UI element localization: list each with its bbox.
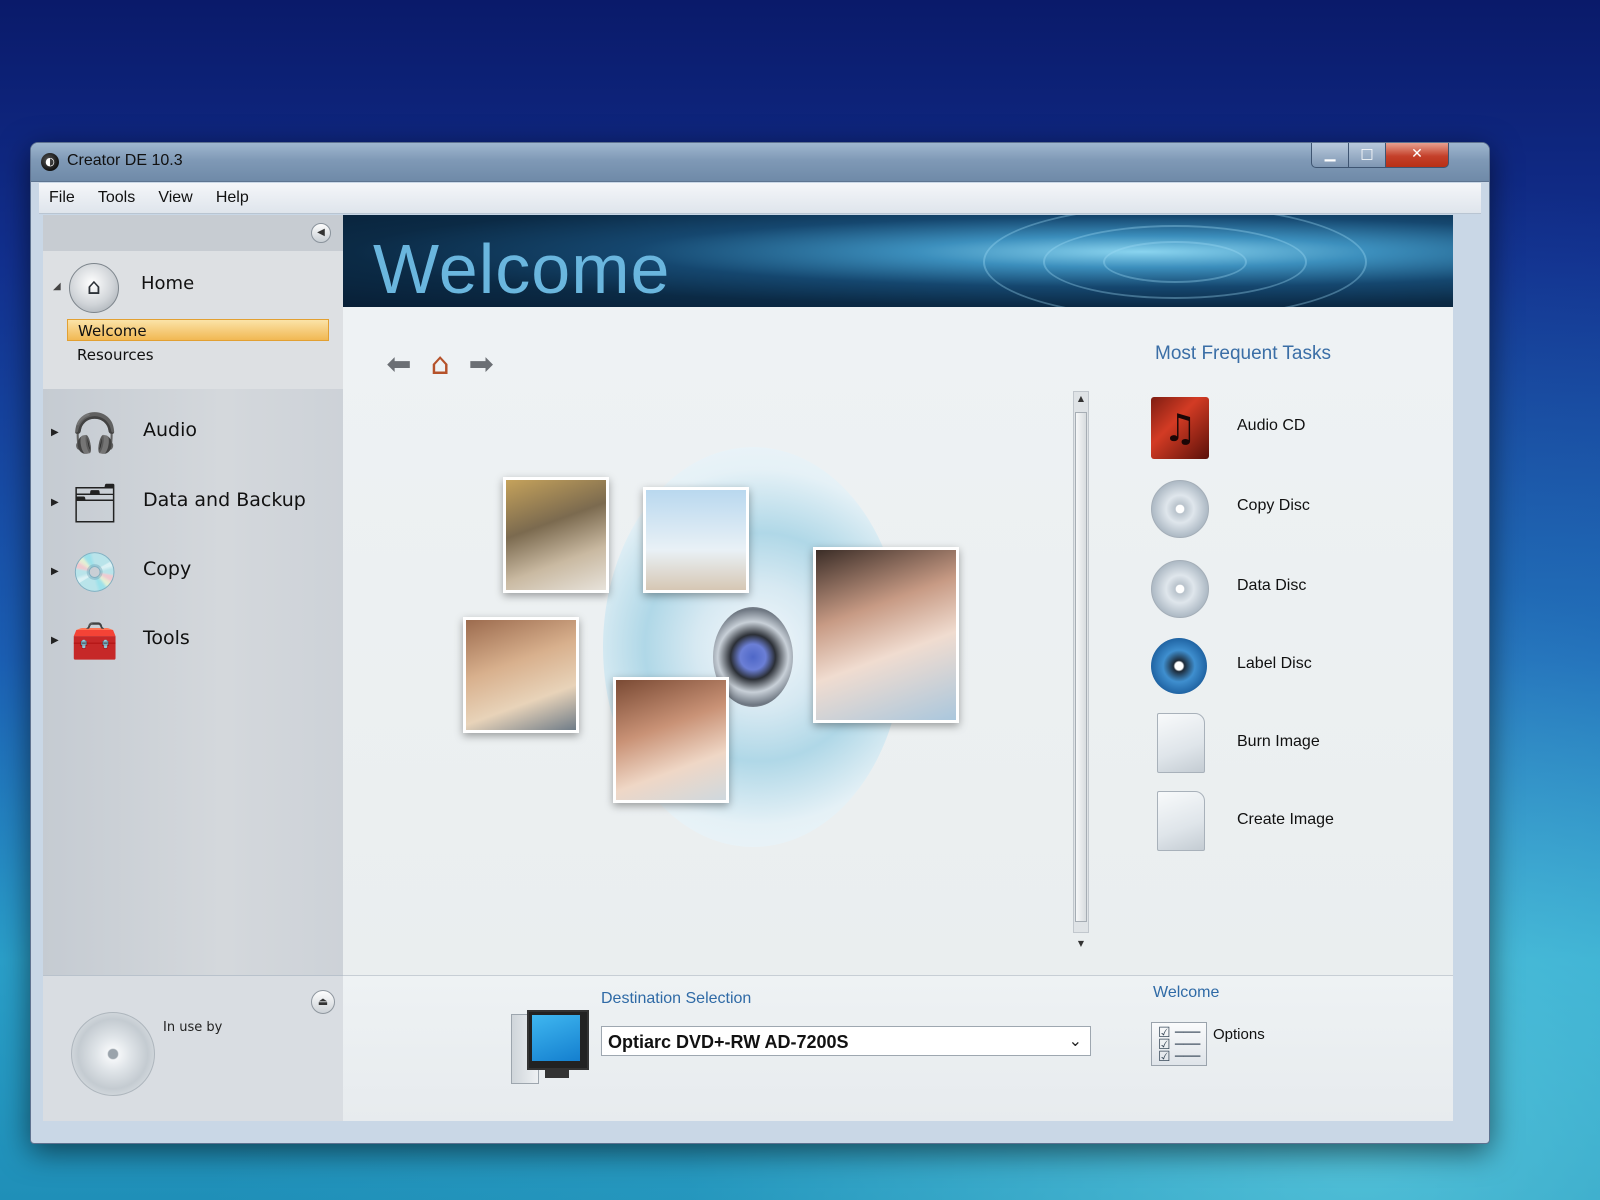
sidebar-item-tools[interactable]: ▶ 🧰 Tools — [43, 609, 343, 673]
sidebar-subitem-welcome[interactable]: Welcome — [67, 319, 329, 341]
welcome-collage-image — [463, 447, 983, 867]
sidebar-item-copy[interactable]: ▶ 💿 Copy — [43, 540, 343, 604]
welcome-banner: Welcome — [343, 215, 1453, 307]
options-link[interactable]: Options — [1213, 1026, 1265, 1043]
audio-cd-icon: ♫ — [1151, 397, 1209, 459]
monitor-stand — [545, 1070, 569, 1078]
task-create-image[interactable]: Create Image — [1151, 791, 1431, 855]
data-backup-icon: 🗂 — [70, 481, 120, 525]
expand-arrow-icon[interactable]: ▶ — [51, 566, 59, 577]
sidebar-item-data-and-backup[interactable]: ▶ 🗂 Data and Backup — [43, 471, 343, 535]
expand-arrow-icon[interactable]: ▶ — [51, 427, 59, 438]
options-icon[interactable]: ☑ ─── ☑ ─── ☑ ─── — [1151, 1022, 1207, 1066]
sidebar-item-home[interactable]: Home — [141, 273, 194, 294]
destination-dropdown[interactable]: Optiarc DVD+-RW AD-7200S ⌄ — [601, 1026, 1091, 1056]
destination-selected-value: Optiarc DVD+-RW AD-7200S — [608, 1032, 849, 1052]
home-icon[interactable]: ⌂ — [69, 263, 119, 313]
sidebar-item-label: Copy — [143, 558, 192, 580]
eject-icon[interactable]: ⏏ — [311, 990, 335, 1014]
task-label: Copy Disc — [1237, 497, 1310, 514]
forward-arrow-icon[interactable]: ➡ — [463, 347, 499, 383]
menu-help[interactable]: Help — [206, 183, 257, 207]
task-label: Data Disc — [1237, 577, 1307, 594]
in-use-label: In use by — [163, 1020, 223, 1035]
close-button[interactable]: ✕ — [1385, 143, 1449, 168]
data-disc-icon — [1151, 560, 1209, 618]
app-logo-icon: ◐ — [41, 153, 59, 171]
back-arrow-icon[interactable]: ⬅ — [381, 347, 417, 383]
sidebar-item-audio[interactable]: ▶ 🎧 Audio — [43, 401, 343, 465]
toolbox-icon: 🧰 — [71, 619, 119, 663]
collapse-sidebar-icon[interactable]: ◀ — [311, 223, 331, 243]
page-title: Welcome — [373, 230, 671, 307]
monitor-screen — [527, 1010, 589, 1070]
scrollbar[interactable]: ▲ ▼ — [1073, 391, 1089, 948]
sidebar-subitem-resources[interactable]: Resources — [67, 344, 329, 366]
create-image-icon — [1157, 791, 1205, 851]
main-content: ⬅ ⌂ ➡ ▲ ▼ Most Frequent Tasks ♫ Audio CD… — [343, 307, 1453, 975]
drive-status-panel: In use by ⏏ — [43, 975, 343, 1121]
sidebar-item-label: Tools — [143, 627, 190, 649]
scroll-down-icon[interactable]: ▼ — [1074, 939, 1088, 948]
most-frequent-tasks-title: Most Frequent Tasks — [1155, 343, 1332, 364]
task-data-disc[interactable]: Data Disc — [1151, 557, 1431, 621]
menu-bar: File Tools View Help — [39, 183, 1481, 214]
task-burn-image[interactable]: Burn Image — [1151, 713, 1431, 777]
home-nav-icon[interactable]: ⌂ — [422, 347, 458, 383]
destination-selection-title: Destination Selection — [601, 990, 752, 1007]
photo-tv-family — [463, 617, 579, 733]
task-label-disc[interactable]: Label Disc — [1151, 635, 1431, 699]
expand-arrow-icon[interactable]: ▶ — [51, 497, 59, 508]
sidebar-header: ◀ — [43, 215, 343, 251]
photo-headphones-woman — [613, 677, 729, 803]
burn-image-icon — [1157, 713, 1205, 773]
menu-view[interactable]: View — [148, 183, 200, 207]
task-label: Burn Image — [1237, 733, 1320, 750]
sidebar-home-section: ◢ ⌂ Home Welcome Resources — [43, 251, 343, 389]
photo-couple — [813, 547, 959, 723]
title-bar[interactable]: ◐ Creator DE 10.3 ▁ □ ✕ — [31, 143, 1489, 182]
copy-discs-icon: 💿 — [71, 550, 119, 594]
disc-icon — [71, 1012, 155, 1096]
minimize-button[interactable]: ▁ — [1311, 143, 1349, 168]
expand-arrow-icon[interactable]: ▶ — [51, 635, 59, 646]
task-label: Label Disc — [1237, 655, 1312, 672]
navigation-arrows: ⬅ ⌂ ➡ — [381, 347, 499, 387]
task-label: Create Image — [1237, 811, 1334, 828]
label-disc-icon — [1151, 638, 1207, 694]
task-copy-disc[interactable]: Copy Disc — [1151, 477, 1431, 541]
computer-monitor-icon — [511, 1010, 589, 1084]
task-audio-cd[interactable]: ♫ Audio CD — [1151, 397, 1431, 461]
welcome-section-title: Welcome — [1153, 984, 1220, 1001]
sidebar-item-label: Audio — [143, 419, 198, 441]
sidebar-item-label: Data and Backup — [143, 489, 306, 511]
photo-beach-plane — [643, 487, 749, 593]
sidebar: ◀ ◢ ⌂ Home Welcome Resources ▶ 🎧 Audio ▶… — [43, 215, 343, 975]
bottom-panel: Destination Selection Optiarc DVD+-RW AD… — [343, 975, 1453, 1121]
headphones-icon: 🎧 — [71, 411, 119, 455]
photo-phone — [503, 477, 609, 593]
scroll-up-icon[interactable]: ▲ — [1074, 394, 1088, 403]
scrollbar-thumb[interactable] — [1075, 412, 1087, 922]
maximize-button[interactable]: □ — [1348, 143, 1386, 168]
app-window: ◐ Creator DE 10.3 ▁ □ ✕ File Tools View … — [30, 142, 1490, 1144]
window-title: Creator DE 10.3 — [67, 152, 183, 169]
menu-file[interactable]: File — [39, 183, 83, 207]
task-label: Audio CD — [1237, 417, 1306, 434]
ripple-decoration — [1103, 241, 1247, 283]
menu-tools[interactable]: Tools — [88, 183, 143, 207]
copy-disc-icon — [1151, 480, 1209, 538]
expand-arrow-icon[interactable]: ◢ — [53, 281, 61, 292]
chevron-down-icon[interactable]: ⌄ — [1069, 1031, 1082, 1050]
screen-display — [532, 1015, 580, 1061]
